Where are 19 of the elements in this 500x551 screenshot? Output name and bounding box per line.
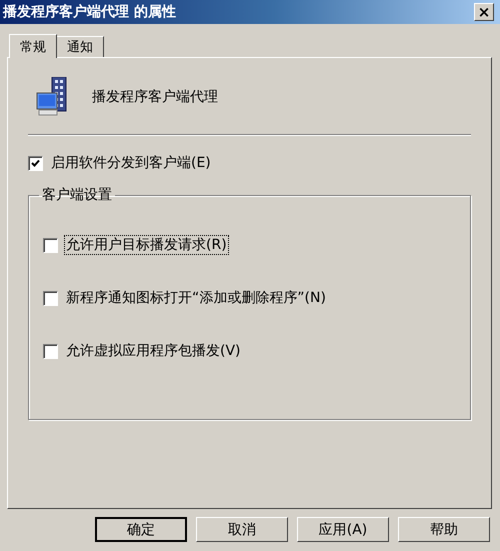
dialog-button[interactable]: 帮助	[398, 517, 490, 542]
checkbox-label[interactable]: 启用软件分发到客户端(E)	[50, 154, 212, 172]
group-title: 客户端设置	[41, 186, 113, 204]
dialog-button[interactable]: 确定	[95, 517, 187, 542]
checkbox-label[interactable]: 允许虚拟应用程序包播发(V)	[65, 342, 242, 360]
checkbox-label[interactable]: 允许用户目标播发请求(R)	[65, 236, 228, 254]
close-button[interactable]: ×	[474, 3, 494, 21]
checkbox-label[interactable]: 新程序通知图标打开“添加或删除程序”(N)	[65, 289, 327, 307]
tab[interactable]: 通知	[56, 36, 104, 57]
dialog-button[interactable]: 应用(A)	[297, 517, 389, 542]
checkbox[interactable]	[43, 238, 58, 252]
dialog-button[interactable]: 取消	[196, 517, 288, 542]
checkmark-icon	[31, 158, 40, 168]
checkbox[interactable]	[43, 290, 58, 306]
checkbox[interactable]	[43, 344, 58, 358]
window-title: 播发程序客户端代理 的属性	[3, 3, 176, 21]
component-name: 播发程序客户端代理	[92, 88, 218, 106]
tab[interactable]: 常规	[9, 34, 57, 58]
checkbox[interactable]	[28, 156, 43, 170]
